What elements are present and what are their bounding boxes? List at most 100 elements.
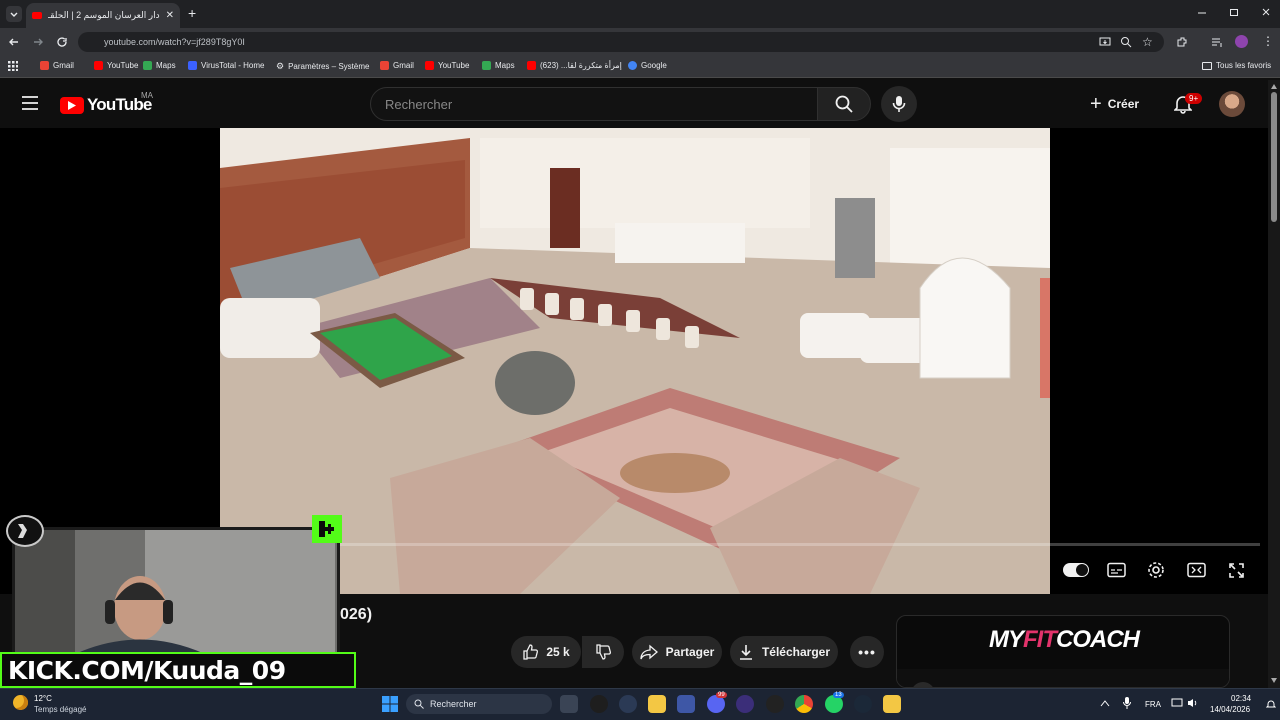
search-input[interactable]: Rechercher: [370, 87, 818, 121]
bookmark-item[interactable]: Gmail: [40, 61, 74, 70]
autoplay-play-icon: [1076, 564, 1088, 576]
bookmark-item[interactable]: VirusTotal - Home: [188, 61, 264, 70]
show-hidden-icons-icon[interactable]: [1100, 699, 1110, 707]
scrollbar-thumb[interactable]: [1271, 92, 1277, 222]
theater-mode-button[interactable]: [1187, 562, 1206, 578]
share-icon: [639, 644, 658, 660]
dislike-button[interactable]: [582, 636, 624, 668]
gear-icon: [1147, 561, 1165, 579]
notification-center-icon[interactable]: [1266, 699, 1276, 709]
microphone-tray-icon[interactable]: [1123, 697, 1131, 709]
bookmark-item[interactable]: YouTube: [425, 61, 469, 70]
hamburger-menu-icon[interactable]: [22, 96, 38, 110]
app-icon[interactable]: [883, 695, 901, 713]
minimize-window-icon[interactable]: [1196, 6, 1208, 18]
kick-channel-banner: KICK.COM/Kuuda_09: [0, 652, 356, 688]
fullscreen-icon: [1228, 562, 1245, 579]
forward-icon[interactable]: [32, 36, 44, 48]
app-icon[interactable]: [766, 695, 784, 713]
video-title: 026): [340, 606, 373, 623]
weather-temperature: 12°C: [34, 694, 52, 703]
steam-icon[interactable]: [854, 695, 872, 713]
subtitles-button[interactable]: [1107, 562, 1126, 578]
extensions-icon[interactable]: [1176, 36, 1188, 48]
youtube-icon: [527, 61, 536, 70]
app-icon[interactable]: [619, 695, 637, 713]
voice-search-button[interactable]: [881, 86, 917, 122]
input-language[interactable]: FRA: [1145, 700, 1161, 709]
file-explorer-icon[interactable]: [648, 695, 666, 713]
clock-date[interactable]: 14/04/2026: [1210, 705, 1250, 714]
gear-icon: ⚙: [276, 61, 285, 71]
apps-grid-icon[interactable]: [8, 61, 18, 71]
restore-window-icon[interactable]: [1228, 6, 1240, 18]
weather-condition: Temps dégagé: [34, 705, 87, 714]
microphone-icon: [892, 95, 906, 113]
zoom-icon[interactable]: [1120, 36, 1132, 48]
bookmark-item[interactable]: YouTube: [94, 61, 138, 70]
profile-avatar-icon[interactable]: [1235, 35, 1248, 48]
fullscreen-button[interactable]: [1228, 562, 1245, 579]
subtitles-icon: [1107, 562, 1126, 578]
autoplay-toggle[interactable]: [1063, 563, 1089, 577]
close-tab-icon[interactable]: ✕: [166, 10, 174, 21]
address-bar[interactable]: youtube.com/watch?v=jf289T8gY0I: [78, 32, 1164, 52]
download-button[interactable]: Télécharger: [730, 636, 838, 668]
close-window-icon[interactable]: [1260, 6, 1272, 18]
virustotal-icon: [188, 61, 197, 70]
youtube-icon: [94, 61, 103, 70]
thumbs-up-icon: [522, 644, 539, 660]
clock-time[interactable]: 02:34: [1231, 694, 1251, 703]
taskbar-search-box[interactable]: Rechercher: [406, 694, 552, 714]
back-icon[interactable]: [8, 36, 20, 48]
app-icon[interactable]: [736, 695, 754, 713]
settings-button[interactable]: [1147, 561, 1165, 579]
bookmark-item[interactable]: Maps: [482, 61, 515, 70]
bookmark-star-icon[interactable]: ☆: [1142, 35, 1153, 49]
windows-start-icon[interactable]: [382, 696, 398, 712]
steam-badge: 13: [833, 692, 844, 698]
youtube-icon: [425, 61, 434, 70]
bookmark-item[interactable]: إمرأة متكررة لقا... (623): [527, 61, 622, 70]
browser-menu-icon[interactable]: ⋮: [1262, 35, 1274, 47]
url-text: youtube.com/watch?v=jf289T8gY0I: [104, 37, 245, 47]
volume-icon[interactable]: [1187, 698, 1199, 708]
weather-moon-icon[interactable]: [13, 695, 28, 710]
gmail-icon: [40, 61, 49, 70]
sponsored-ad-card[interactable]: MYFITCOACH: [896, 615, 1230, 688]
search-button[interactable]: [817, 87, 871, 121]
app-icon[interactable]: [590, 695, 608, 713]
video-frame[interactable]: [220, 128, 1050, 594]
video-progress-bar[interactable]: [220, 543, 1260, 546]
bookmark-item[interactable]: Gmail: [380, 61, 414, 70]
bookmark-item[interactable]: Google: [628, 61, 667, 70]
create-button[interactable]: + Créer: [1090, 88, 1160, 120]
install-app-icon[interactable]: [1099, 36, 1111, 48]
share-button[interactable]: Partager: [632, 636, 722, 668]
app-icon[interactable]: [677, 695, 695, 713]
new-tab-button[interactable]: +: [188, 6, 196, 20]
bookmark-item[interactable]: ⚙ Paramètres – Système: [276, 61, 369, 72]
kick-logo-icon: [312, 515, 342, 543]
youtube-play-logo-icon: [60, 96, 84, 114]
scroll-up-arrow-icon[interactable]: [1271, 84, 1277, 89]
all-bookmarks-folder[interactable]: Tous les favoris: [1202, 61, 1271, 70]
chrome-icon[interactable]: [795, 695, 813, 713]
active-tab[interactable]: دار العرسان الموسم 2 | الحلقـ (57) ✕: [26, 3, 180, 28]
task-view-icon[interactable]: [560, 695, 578, 713]
page-scrollbar[interactable]: [1268, 80, 1280, 688]
tab-search-button[interactable]: [6, 6, 22, 22]
network-icon[interactable]: [1171, 698, 1183, 708]
more-actions-button[interactable]: •••: [850, 636, 884, 668]
youtube-logo[interactable]: YouTube: [60, 95, 152, 115]
reload-icon[interactable]: [56, 36, 68, 48]
webcam-overlay: [12, 527, 340, 657]
gmail-icon: [380, 61, 389, 70]
scroll-down-arrow-icon[interactable]: [1271, 678, 1277, 683]
media-control-icon[interactable]: [1211, 36, 1223, 48]
ad-brand-logo: MYFITCOACH: [989, 626, 1140, 653]
bookmark-item[interactable]: Maps: [143, 61, 176, 70]
more-horizontal-icon: •••: [858, 644, 876, 660]
like-button[interactable]: 25 k: [511, 636, 581, 668]
user-avatar[interactable]: [1219, 91, 1245, 117]
